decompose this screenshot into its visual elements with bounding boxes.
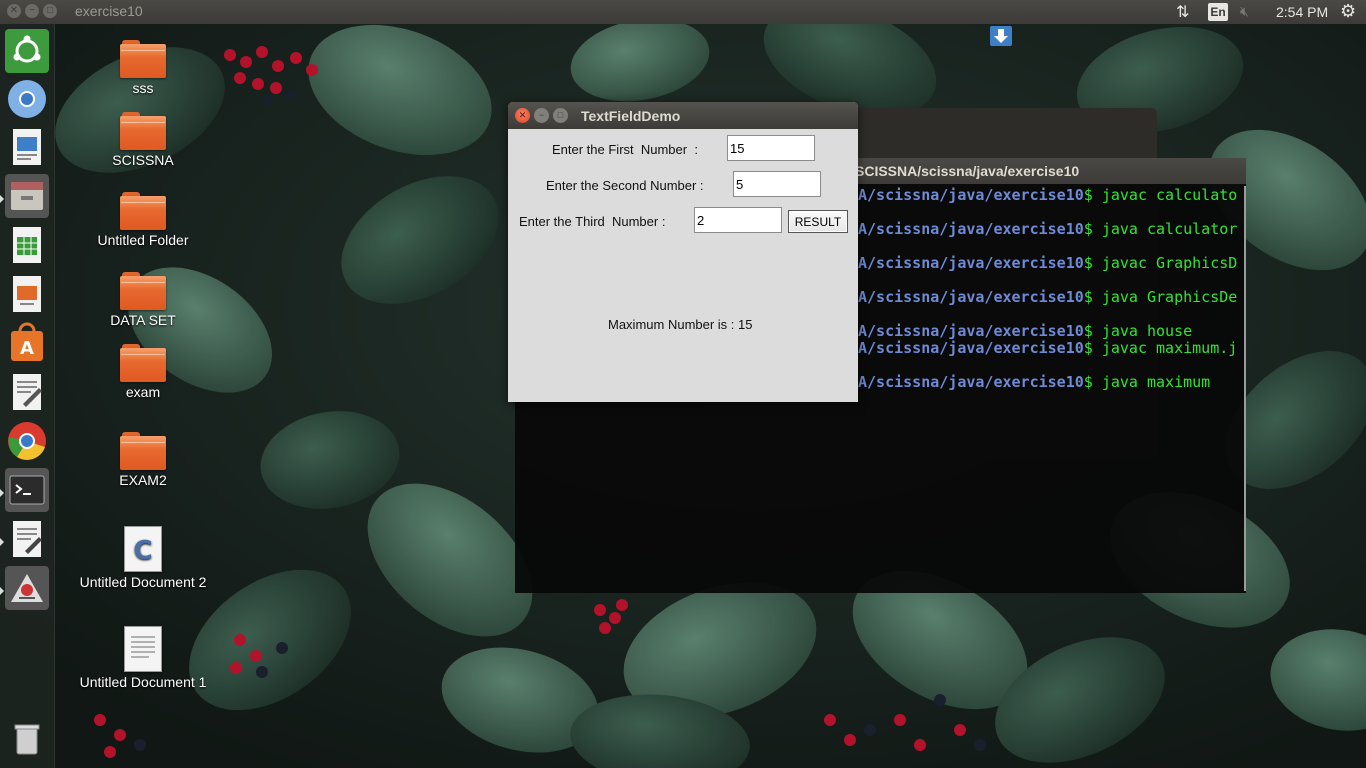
desktop-folder-untitled-folder[interactable]: Untitled Folder: [78, 192, 208, 248]
maximum-result-text: Maximum Number is : 15: [608, 317, 753, 332]
window-minimize-button[interactable]: −: [534, 108, 549, 123]
svg-text:A: A: [20, 338, 34, 359]
clock[interactable]: 2:54 PM: [1276, 4, 1328, 20]
gedit-icon[interactable]: [5, 517, 49, 561]
download-arrow-icon: [990, 26, 1012, 46]
text-document-icon: [124, 626, 162, 672]
desktop-file-untitled-document-1[interactable]: Untitled Document 1: [78, 626, 208, 690]
window-maximize-button[interactable]: □: [553, 108, 568, 123]
terminal-line: A/scissna/java/exercise10$ javac maximum…: [858, 339, 1238, 357]
launcher-dock: A: [0, 24, 55, 768]
desktop-folder-scissna[interactable]: SCISSNA: [78, 112, 208, 168]
third-number-input[interactable]: [694, 207, 782, 233]
folder-icon: [120, 344, 166, 382]
folder-icon: [120, 432, 166, 470]
desktop-icon-label: Untitled Document 1: [79, 674, 207, 690]
keyboard-language-indicator[interactable]: En: [1208, 3, 1228, 21]
panel-maximize-button[interactable]: □: [43, 4, 57, 18]
terminal-line: A/scissna/java/exercise10$ javac calcula…: [858, 186, 1238, 204]
desktop-icon-label: Untitled Folder: [97, 232, 189, 248]
first-number-label: Enter the First Number :: [552, 142, 698, 157]
folder-icon: [120, 272, 166, 310]
terminal-line: A/scissna/java/exercise10$ java maximum: [858, 373, 1211, 391]
panel-minimize-button[interactable]: −: [25, 4, 39, 18]
textfielddemo-window[interactable]: ✕ − □ TextFieldDemo Enter the First Numb…: [508, 102, 858, 402]
desktop-folder-exam2[interactable]: EXAM2: [78, 432, 208, 488]
chromium-browser-icon[interactable]: [5, 77, 49, 121]
launcher-running-indicator: [0, 195, 4, 203]
launcher-running-indicator: [0, 489, 4, 497]
launcher-running-indicator: [0, 587, 4, 595]
third-number-label: Enter the Third Number :: [519, 214, 666, 229]
trash-icon[interactable]: [5, 716, 49, 760]
terminal-title: SCISSNA/scissna/java/exercise10: [855, 163, 1080, 179]
desktop-icon-label: EXAM2: [119, 472, 167, 488]
terminal-line: A/scissna/java/exercise10$ java Graphics…: [858, 288, 1238, 306]
terminal-line: A/scissna/java/exercise10$ javac Graphic…: [858, 254, 1238, 272]
second-number-input[interactable]: [733, 171, 821, 197]
window-title: TextFieldDemo: [581, 108, 681, 124]
volume-muted-icon[interactable]: 🔇︎: [1240, 3, 1249, 20]
panel-close-button[interactable]: ✕: [7, 4, 21, 18]
terminal-line: A/scissna/java/exercise10$ java house: [858, 322, 1193, 340]
launcher-running-indicator: [0, 538, 4, 546]
ubuntu-software-icon[interactable]: A: [5, 321, 49, 365]
desktop-folder-sss[interactable]: sss: [78, 40, 208, 96]
terminal-line: A/scissna/java/exercise10$ java calculat…: [858, 220, 1238, 238]
desktop-icon-label: Untitled Document 2: [79, 574, 207, 590]
window-close-button[interactable]: ✕: [515, 108, 530, 123]
google-chrome-icon[interactable]: [5, 419, 49, 463]
libreoffice-writer-icon[interactable]: [5, 125, 49, 169]
terminal-scrollbar[interactable]: [1244, 186, 1246, 591]
desktop-icon-label: DATA SET: [110, 312, 176, 328]
folder-icon: [120, 192, 166, 230]
c-source-file-icon: C: [124, 526, 162, 572]
ubuntu-dash-icon[interactable]: [5, 29, 49, 73]
desktop-folder-exam[interactable]: exam: [78, 344, 208, 400]
desktop-icon-label: exam: [125, 384, 161, 400]
file-manager-icon[interactable]: [5, 174, 49, 218]
system-settings-gear-icon[interactable]: ⚙: [1340, 1, 1356, 22]
text-editor-icon[interactable]: [5, 370, 49, 414]
terminal-icon[interactable]: [5, 468, 49, 512]
desktop-folder-data-set[interactable]: DATA SET: [78, 272, 208, 328]
top-panel: ✕ − □ exercise10 ⇅ En 🔇︎ 2:54 PM ⚙: [0, 0, 1366, 24]
first-number-input[interactable]: [727, 135, 815, 161]
libreoffice-impress-icon[interactable]: [5, 272, 49, 316]
network-transfer-icon[interactable]: ⇅: [1176, 2, 1189, 22]
desktop-icon-label: sss: [132, 80, 154, 96]
java-app-icon[interactable]: [5, 566, 49, 610]
desktop-icon-label: SCISSNA: [112, 152, 174, 168]
second-number-label: Enter the Second Number :: [546, 178, 704, 193]
result-button[interactable]: RESULT: [788, 210, 848, 233]
desktop-file-untitled-document-2[interactable]: C Untitled Document 2: [78, 526, 208, 590]
textfielddemo-titlebar[interactable]: ✕ − □ TextFieldDemo: [508, 102, 858, 129]
svg-text:C: C: [133, 536, 152, 566]
panel-window-title: exercise10: [75, 3, 143, 19]
folder-icon: [120, 112, 166, 150]
libreoffice-calc-icon[interactable]: [5, 223, 49, 267]
folder-icon: [120, 40, 166, 78]
